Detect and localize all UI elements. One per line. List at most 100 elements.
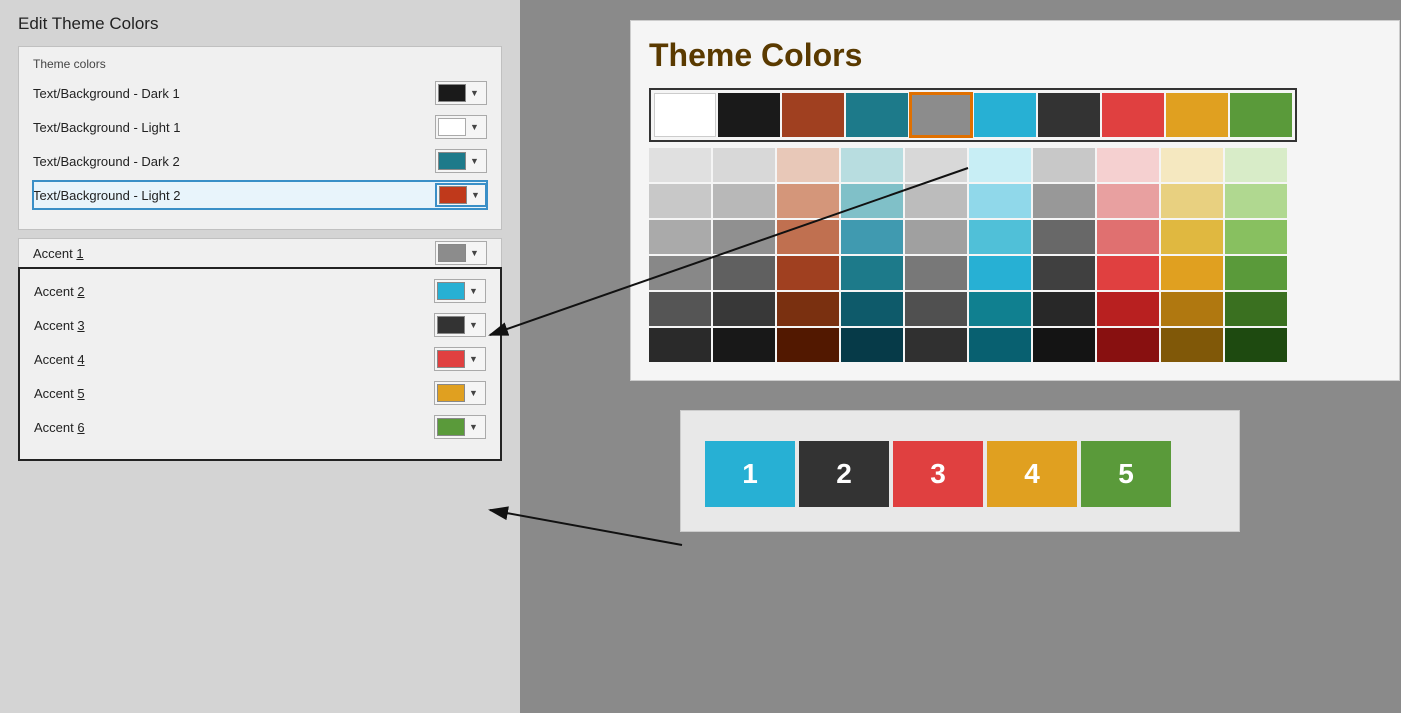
shade-3-0[interactable] [841,148,903,182]
shade-9-4[interactable] [1225,292,1287,326]
accent-num-2[interactable]: 2 [799,441,889,507]
shade-5-0[interactable] [969,148,1031,182]
shade-4-2[interactable] [905,220,967,254]
arrow-dark2: ▼ [468,156,481,166]
shade-7-0[interactable] [1097,148,1159,182]
shade-9-1[interactable] [1225,184,1287,218]
color-btn-dark1[interactable]: ▼ [435,81,487,105]
theme-row-dark2: Text/Background - Dark 2 ▼ [33,147,487,175]
color-btn-accent3[interactable]: ▼ [434,313,486,337]
shade-5-4[interactable] [969,292,1031,326]
shade-3-4[interactable] [841,292,903,326]
shade-3-3[interactable] [841,256,903,290]
arrow-dark1: ▼ [468,88,481,98]
shade-col-7 [1097,148,1159,362]
top-color-9[interactable] [1230,93,1292,137]
color-btn-accent2[interactable]: ▼ [434,279,486,303]
shade-1-2[interactable] [713,220,775,254]
shade-0-4[interactable] [649,292,711,326]
arrow-accent6: ▼ [467,422,480,432]
shade-9-3[interactable] [1225,256,1287,290]
shade-6-0[interactable] [1033,148,1095,182]
shade-3-5[interactable] [841,328,903,362]
panel-title: Edit Theme Colors [18,14,502,34]
shade-2-5[interactable] [777,328,839,362]
shade-4-1[interactable] [905,184,967,218]
shade-9-0[interactable] [1225,148,1287,182]
shade-7-3[interactable] [1097,256,1159,290]
swatch-light1 [438,118,466,136]
shade-6-1[interactable] [1033,184,1095,218]
right-panel: Theme Colors [630,20,1400,381]
swatch-dark2 [438,152,466,170]
shade-2-2[interactable] [777,220,839,254]
shade-0-2[interactable] [649,220,711,254]
top-color-4[interactable] [910,93,972,137]
top-color-2[interactable] [782,93,844,137]
color-btn-accent1[interactable]: ▼ [435,241,487,265]
arrow-light2: ▼ [469,190,482,200]
shade-7-1[interactable] [1097,184,1159,218]
shade-5-2[interactable] [969,220,1031,254]
shade-1-0[interactable] [713,148,775,182]
shade-1-3[interactable] [713,256,775,290]
accent-num-3[interactable]: 3 [893,441,983,507]
theme-label-light1: Text/Background - Light 1 [33,120,435,135]
shade-4-0[interactable] [905,148,967,182]
shade-4-3[interactable] [905,256,967,290]
shade-col-6 [1033,148,1095,362]
shade-8-3[interactable] [1161,256,1223,290]
shade-8-1[interactable] [1161,184,1223,218]
shade-2-4[interactable] [777,292,839,326]
accent-num-5[interactable]: 5 [1081,441,1171,507]
shade-1-4[interactable] [713,292,775,326]
shade-5-5[interactable] [969,328,1031,362]
shade-9-5[interactable] [1225,328,1287,362]
shade-6-3[interactable] [1033,256,1095,290]
top-color-5[interactable] [974,93,1036,137]
top-color-8[interactable] [1166,93,1228,137]
top-color-3[interactable] [846,93,908,137]
color-btn-accent5[interactable]: ▼ [434,381,486,405]
shade-2-3[interactable] [777,256,839,290]
shade-8-0[interactable] [1161,148,1223,182]
color-btn-accent4[interactable]: ▼ [434,347,486,371]
accent-num-1[interactable]: 1 [705,441,795,507]
shade-3-2[interactable] [841,220,903,254]
shade-0-3[interactable] [649,256,711,290]
shade-5-1[interactable] [969,184,1031,218]
shade-2-0[interactable] [777,148,839,182]
shade-1-1[interactable] [713,184,775,218]
shade-8-4[interactable] [1161,292,1223,326]
color-btn-light1[interactable]: ▼ [435,115,487,139]
top-color-6[interactable] [1038,93,1100,137]
color-btn-light2[interactable]: ▼ [435,183,487,207]
swatch-accent5 [437,384,465,402]
shade-6-4[interactable] [1033,292,1095,326]
shade-8-2[interactable] [1161,220,1223,254]
color-btn-accent6[interactable]: ▼ [434,415,486,439]
top-color-1[interactable] [718,93,780,137]
shade-7-4[interactable] [1097,292,1159,326]
shade-2-1[interactable] [777,184,839,218]
shade-8-5[interactable] [1161,328,1223,362]
shade-4-4[interactable] [905,292,967,326]
shade-3-1[interactable] [841,184,903,218]
color-btn-dark2[interactable]: ▼ [435,149,487,173]
shade-5-3[interactable] [969,256,1031,290]
shade-6-5[interactable] [1033,328,1095,362]
shade-9-2[interactable] [1225,220,1287,254]
shade-0-0[interactable] [649,148,711,182]
shade-0-5[interactable] [649,328,711,362]
shade-1-5[interactable] [713,328,775,362]
shade-0-1[interactable] [649,184,711,218]
shade-4-5[interactable] [905,328,967,362]
shade-col-8 [1161,148,1223,362]
top-color-7[interactable] [1102,93,1164,137]
shade-6-2[interactable] [1033,220,1095,254]
top-color-0[interactable] [654,93,716,137]
accent-numbers-row: 1 2 3 4 5 [705,441,1215,507]
accent-num-4[interactable]: 4 [987,441,1077,507]
shade-7-5[interactable] [1097,328,1159,362]
shade-7-2[interactable] [1097,220,1159,254]
